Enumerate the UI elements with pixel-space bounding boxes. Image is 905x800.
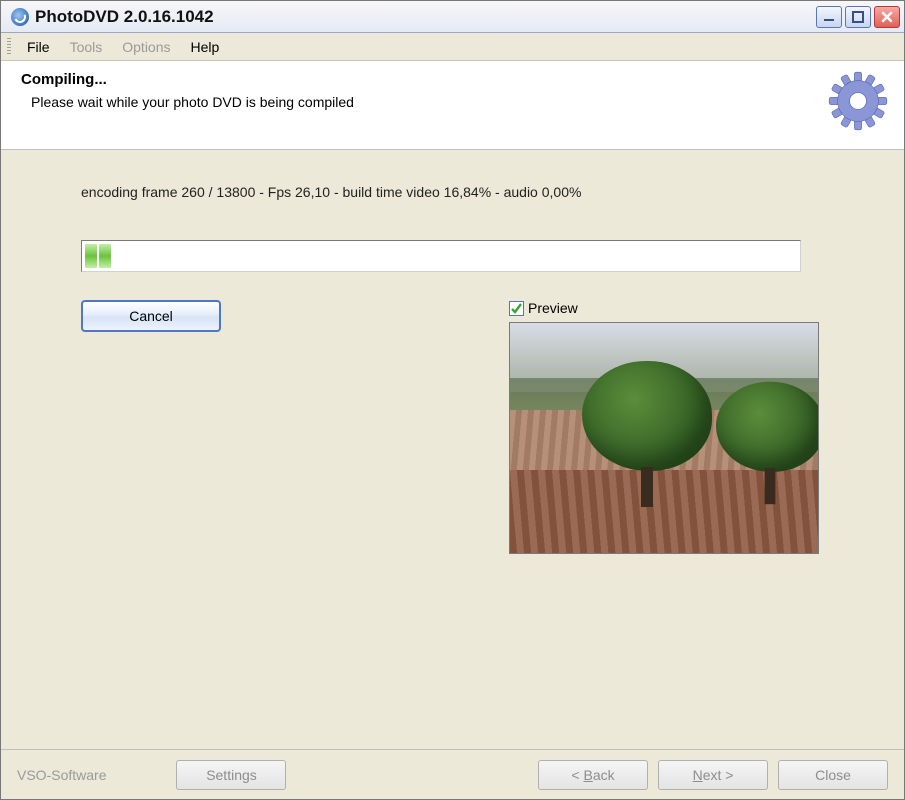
- minimize-button[interactable]: [816, 6, 842, 28]
- back-button: < Back: [538, 760, 648, 790]
- preview-image: [509, 322, 819, 554]
- app-icon: [11, 8, 29, 26]
- preview-label: Preview: [528, 300, 578, 316]
- encoding-status: encoding frame 260 / 13800 - Fps 26,10 -…: [81, 184, 834, 200]
- close-button[interactable]: [874, 6, 900, 28]
- next-button: Next >: [658, 760, 768, 790]
- app-window: PhotoDVD 2.0.16.1042 File Tools Options …: [0, 0, 905, 800]
- progress-chunk: [99, 244, 111, 268]
- menu-help[interactable]: Help: [181, 36, 230, 58]
- menubar: File Tools Options Help: [1, 33, 904, 61]
- page-title: Compiling...: [21, 71, 808, 88]
- maximize-button[interactable]: [845, 6, 871, 28]
- page-subtitle: Please wait while your photo DVD is bein…: [21, 94, 808, 110]
- header-pane: Compiling... Please wait while your phot…: [1, 61, 904, 150]
- settings-button: Settings: [176, 760, 286, 790]
- progress-bar: [81, 240, 801, 272]
- cancel-button[interactable]: Cancel: [81, 300, 221, 332]
- menubar-grip: [7, 38, 11, 56]
- progress-chunk: [85, 244, 97, 268]
- preview-checkbox[interactable]: [509, 301, 524, 316]
- footer-brand: VSO-Software: [17, 767, 106, 783]
- content-pane: encoding frame 260 / 13800 - Fps 26,10 -…: [1, 150, 904, 749]
- gear-icon: [828, 71, 888, 131]
- titlebar: PhotoDVD 2.0.16.1042: [1, 1, 904, 33]
- menu-options: Options: [112, 36, 180, 58]
- footer: VSO-Software Settings < Back Next > Clos…: [1, 749, 904, 799]
- close-wizard-button[interactable]: Close: [778, 760, 888, 790]
- window-title: PhotoDVD 2.0.16.1042: [35, 7, 813, 27]
- menu-file[interactable]: File: [17, 36, 60, 58]
- preview-block: Preview: [509, 300, 819, 554]
- menu-tools: Tools: [60, 36, 113, 58]
